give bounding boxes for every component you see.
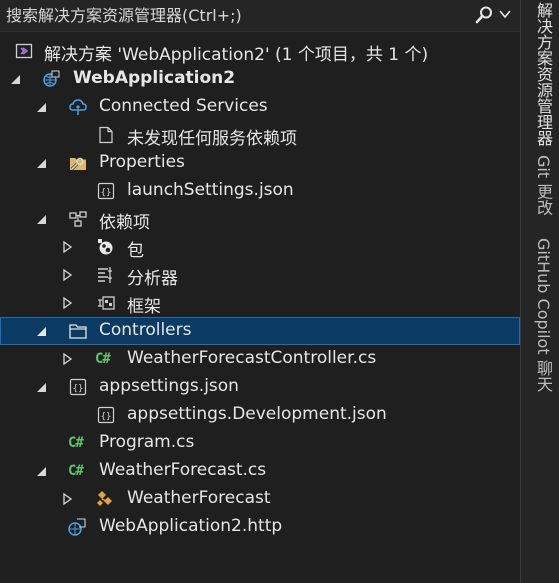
web-project-icon [43, 70, 60, 87]
tree-item-http-file[interactable]: WebApplication2.http [0, 513, 520, 541]
caret-expanded-icon[interactable] [35, 211, 49, 227]
svg-text:{}: {} [73, 384, 84, 394]
side-tool-tabs: 解决方案资源管理器 Git 更改 GitHub Copilot 聊天 [520, 0, 559, 583]
csharp-file-icon: C# [68, 435, 84, 451]
tab-git-changes[interactable]: Git 更改 [525, 155, 555, 215]
solution-explorer-panel: 解决方案 'WebApplication2' (1 个项目，共 1 个) Web… [0, 0, 520, 583]
caret-expanded-icon[interactable] [9, 71, 23, 87]
tree-item-label: WeatherForecast.cs [99, 460, 267, 480]
search-bar [0, 0, 520, 32]
tree-item-weather-controller[interactable]: C# WeatherForecastController.cs [0, 345, 520, 373]
caret-collapsed-icon[interactable] [61, 295, 75, 311]
tree-item-label: launchSettings.json [127, 180, 294, 200]
caret-expanded-icon[interactable] [35, 99, 49, 115]
json-file-icon: {} [69, 378, 87, 396]
tree-item-label: 依赖项 [99, 213, 150, 233]
tree-item-appsettings[interactable]: {} appsettings.json [0, 373, 520, 401]
class-icon [97, 491, 112, 506]
caret-expanded-icon[interactable] [35, 323, 49, 339]
caret-expanded-icon[interactable] [35, 155, 49, 171]
tree-item-label: WebApplication2 [73, 68, 236, 88]
tree-item-label: WeatherForecast [127, 488, 271, 508]
tab-github-copilot-chat[interactable]: GitHub Copilot 聊天 [525, 238, 555, 392]
json-file-icon: {} [97, 182, 115, 200]
tree-item-properties[interactable]: Properties [0, 149, 520, 177]
tree-item-weather-forecast-cs[interactable]: C# WeatherForecast.cs [0, 457, 520, 485]
tree-item-label: Properties [99, 152, 185, 172]
tree-item-label: Program.cs [99, 432, 195, 452]
tree-item-label: WebApplication2.http [99, 516, 283, 536]
tree-item-solution[interactable]: 解决方案 'WebApplication2' (1 个项目，共 1 个) [0, 37, 520, 65]
file-icon [99, 126, 113, 144]
tree-item-weather-forecast-class[interactable]: WeatherForecast [0, 485, 520, 513]
svg-text:{}: {} [101, 188, 112, 198]
json-file-icon: {} [97, 406, 115, 424]
csharp-file-icon: C# [68, 463, 84, 479]
tree-item-label: Controllers [99, 320, 192, 340]
caret-expanded-icon[interactable] [35, 379, 49, 395]
tree-item-appsettings-development[interactable]: {} appsettings.Development.json [0, 401, 520, 429]
tree-item-label: 框架 [127, 297, 161, 317]
tree-item-launch-settings[interactable]: {} launchSettings.json [0, 177, 520, 205]
search-icon[interactable] [474, 5, 494, 25]
connected-services-icon [69, 99, 87, 115]
tree-item-program[interactable]: C# Program.cs [0, 429, 520, 457]
solution-icon [15, 43, 33, 59]
tree-item-analyzers[interactable]: 分析器 [0, 261, 520, 289]
tree-item-frameworks[interactable]: 框架 [0, 289, 520, 317]
chevron-down-icon[interactable] [499, 9, 511, 19]
caret-collapsed-icon[interactable] [61, 491, 75, 507]
caret-expanded-icon[interactable] [35, 463, 49, 479]
tree-item-label: appsettings.json [99, 376, 239, 396]
tree-item-label: 分析器 [127, 269, 178, 289]
tree-item-label: Connected Services [99, 96, 268, 116]
tree-item-controllers[interactable]: Controllers [0, 317, 520, 345]
svg-text:{}: {} [101, 412, 112, 422]
tree-item-no-dependencies[interactable]: 未发现任何服务依赖项 [0, 121, 520, 149]
tree-item-label: 包 [127, 241, 144, 261]
caret-collapsed-icon[interactable] [61, 267, 75, 283]
tree-item-label: 解决方案 'WebApplication2' (1 个项目，共 1 个) [44, 45, 429, 65]
search-input[interactable] [6, 4, 456, 26]
tab-solution-explorer[interactable]: 解决方案资源管理器 [525, 2, 555, 146]
tree-item-packages[interactable]: 包 [0, 233, 520, 261]
tree-item-project[interactable]: WebApplication2 [0, 65, 520, 93]
csharp-file-icon: C# [95, 351, 111, 367]
tree-item-label: appsettings.Development.json [127, 404, 387, 424]
solution-tree: 解决方案 'WebApplication2' (1 个项目，共 1 个) Web… [0, 37, 520, 541]
framework-icon [98, 296, 115, 310]
tree-item-label: 未发现任何服务依赖项 [127, 129, 297, 149]
package-icon [98, 239, 113, 255]
caret-collapsed-icon[interactable] [61, 351, 75, 367]
analyzer-icon [98, 267, 112, 283]
tree-item-label: WeatherForecastController.cs [127, 348, 377, 368]
folder-icon [69, 324, 87, 339]
properties-wrench-icon [70, 157, 86, 171]
caret-collapsed-icon[interactable] [61, 239, 75, 255]
http-file-icon [68, 518, 86, 536]
tree-item-dependencies[interactable]: 依赖项 [0, 205, 520, 233]
tree-item-connected-services[interactable]: Connected Services [0, 93, 520, 121]
dependencies-icon [69, 211, 87, 227]
